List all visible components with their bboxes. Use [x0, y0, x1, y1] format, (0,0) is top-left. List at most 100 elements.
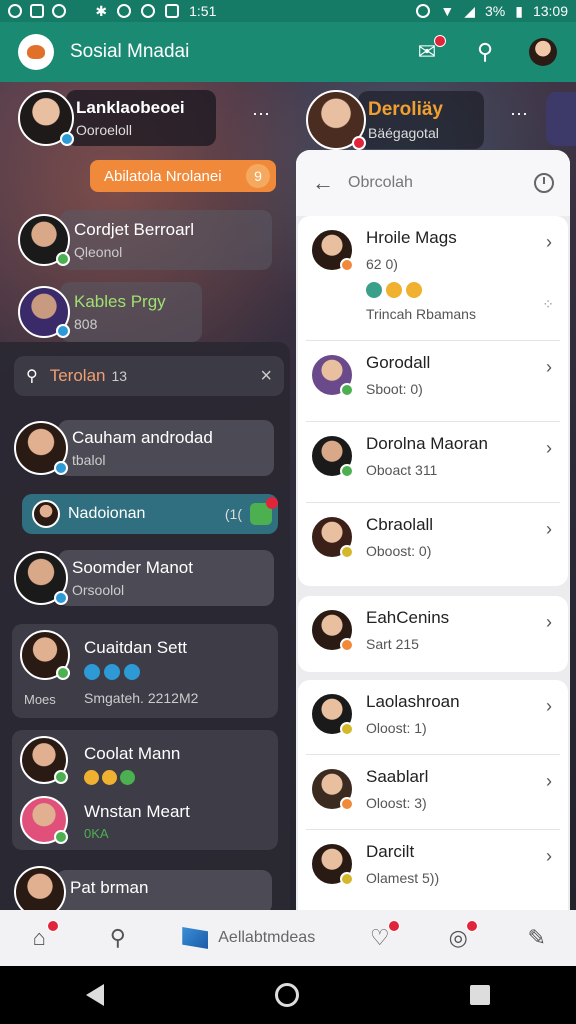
avatar — [310, 228, 354, 272]
status-indicator — [54, 770, 68, 784]
contact-item[interactable]: Cbraolall Oboost: 0) › — [298, 503, 568, 583]
avatar — [310, 767, 354, 811]
home-button[interactable]: ⌂ — [25, 920, 60, 952]
avatar — [310, 692, 354, 736]
contact-card[interactable]: Kables Prgy 808 — [18, 282, 202, 342]
contact-name: Dorolna Maoran — [366, 434, 488, 453]
emoji-row — [84, 664, 140, 680]
search-bar[interactable]: ⚲ Terolan 13 × — [14, 356, 284, 396]
avatar — [14, 421, 68, 475]
group-extra: Moes — [24, 692, 56, 707]
contact-sub: 62 0) — [366, 256, 398, 272]
profile-sub: Bäégagotal — [368, 125, 439, 141]
list-item-name: Cauham androdad — [72, 428, 213, 447]
contact-info: EahCenins Sart 215 — [366, 608, 449, 652]
profile-name: Deroliäy — [368, 99, 443, 120]
contact-item[interactable]: Darcilt Olamest 5)) › — [298, 830, 568, 904]
contact-info: Laolashroan Oloost: 1) — [366, 692, 460, 736]
notification-badge — [466, 920, 479, 932]
list-item-name: Pat brman — [70, 878, 149, 897]
chevron-right-icon: › — [546, 696, 552, 716]
list-item-box: Soomder Manot Orsoolol — [58, 550, 274, 606]
profile-card: Lanklaobeoei Ooroeloll — [66, 90, 216, 146]
profile-button[interactable] — [528, 37, 558, 67]
search-button[interactable]: ⚲ — [470, 37, 500, 67]
contact-item[interactable]: Laolashroan Oloost: 1) › — [298, 680, 568, 754]
contact-item[interactable]: Dorolna Maoran Oboact 311 › — [298, 422, 568, 502]
active-list-item[interactable]: Nadoionan (1( — [22, 494, 278, 534]
search-nav-button[interactable]: ⚲ — [104, 924, 132, 952]
back-icon[interactable] — [85, 984, 104, 1006]
next-profile-peek[interactable] — [546, 92, 576, 146]
contact-info: Gorodall Sboot: 0) — [366, 353, 430, 397]
edit-button[interactable]: ✎ — [523, 924, 551, 952]
contact-item[interactable]: EahCenins Sart 215 › — [298, 596, 568, 664]
more-options-icon[interactable]: ⋯ — [252, 104, 270, 125]
more-options-icon[interactable]: ⋯ — [510, 104, 528, 125]
list-item-name: Coolat Mann — [84, 744, 181, 763]
recents-icon[interactable] — [470, 985, 491, 1005]
emoji-icon — [386, 282, 402, 298]
list-item-name: Nadoionan — [68, 505, 146, 522]
avatar — [18, 90, 74, 146]
contact-name: Kables Prgy — [74, 292, 166, 311]
status-indicator — [340, 383, 354, 397]
list-item[interactable]: Cauham androdad tbalol — [14, 420, 274, 476]
avatar — [20, 630, 70, 680]
chevron-right-icon: › — [546, 357, 552, 377]
contact-info: Cbraolall Oboost: 0) — [366, 515, 433, 559]
nfc-icon — [165, 4, 180, 18]
notification-badge — [47, 920, 60, 932]
list-item-sub: tbalol — [72, 452, 106, 468]
contact-name: Darcilt — [366, 842, 415, 861]
contact-item[interactable]: Gorodall Sboot: 0) › — [298, 341, 568, 421]
top-profile-1[interactable]: Lanklaobeoei Ooroeloll — [18, 90, 216, 146]
battery-level: 3% — [485, 3, 506, 19]
contact-sub: Oloost: 3) — [366, 795, 427, 811]
avatar — [18, 214, 70, 266]
avatar — [306, 90, 366, 150]
list-item-name: Wnstan Meart — [84, 802, 190, 821]
status-indicator — [56, 252, 70, 266]
profile-card: Deroliäy Bäégagotal — [358, 91, 484, 149]
contact-sub: Sboot: 0) — [366, 381, 423, 397]
app-notification-icon — [8, 4, 22, 18]
status-indicator — [54, 461, 68, 475]
group-item[interactable]: Coolat Mann Wnstan Meart 0KA — [12, 730, 278, 850]
contact-card[interactable]: Cordjet Berroarl Qleonol — [18, 210, 272, 270]
settings-notification-icon — [52, 4, 66, 18]
vibrate-icon — [416, 4, 431, 18]
announcement-label: Abilatola Nrolanei — [104, 167, 222, 185]
app-logo[interactable] — [18, 34, 54, 70]
emoji-icon — [366, 282, 382, 298]
status-indicator — [340, 797, 354, 811]
app-bar: Sosial Mnadai ✉ ⚲ — [0, 22, 576, 82]
contact-item[interactable]: Hroile Mags 62 0) Trincah Rbamans › ⁘ — [298, 216, 568, 340]
chevron-right-icon: › — [546, 612, 552, 632]
status-indicator — [60, 132, 74, 146]
group-item[interactable]: Cuaitdan Sett Moes Smgateh. 2212M2 — [12, 624, 278, 718]
top-profile-2[interactable]: Deroliäy Bäégagotal — [306, 90, 484, 150]
center-nav-button[interactable]: Aellabtmdeas — [182, 927, 315, 949]
list-item[interactable]: Soomder Manot Orsoolol — [14, 550, 274, 606]
list-item-box: Pat brman — [56, 870, 272, 914]
contact-item[interactable]: Saablarl Oloost: 3) › — [298, 755, 568, 829]
emoji-icon — [104, 664, 120, 680]
camera-button[interactable]: ◎ — [444, 920, 479, 952]
more-icon[interactable]: ⁘ — [542, 296, 554, 313]
home-circle-icon[interactable] — [274, 983, 299, 1007]
messages-button[interactable]: ✉ — [412, 35, 446, 67]
contact-name: Saablarl — [366, 767, 429, 786]
avatar — [32, 500, 60, 528]
announcement-pill[interactable]: Abilatola Nrolanei 9 — [90, 160, 276, 192]
emoji-icon — [124, 664, 140, 680]
status-indicator — [54, 830, 68, 844]
search-input[interactable]: Terolan — [50, 366, 106, 386]
back-arrow-icon[interactable]: ← — [312, 170, 334, 196]
history-icon[interactable] — [534, 173, 554, 193]
status-left — [8, 4, 66, 18]
contacts-panel: ← Obrcolah Hroile Mags 62 0) Trincah Rba… — [296, 150, 570, 910]
contact-info: Hroile Mags 62 0) Trincah Rbamans — [366, 228, 476, 322]
favorites-button[interactable]: ♡ — [366, 920, 400, 952]
clear-search-button[interactable]: × — [260, 365, 272, 388]
